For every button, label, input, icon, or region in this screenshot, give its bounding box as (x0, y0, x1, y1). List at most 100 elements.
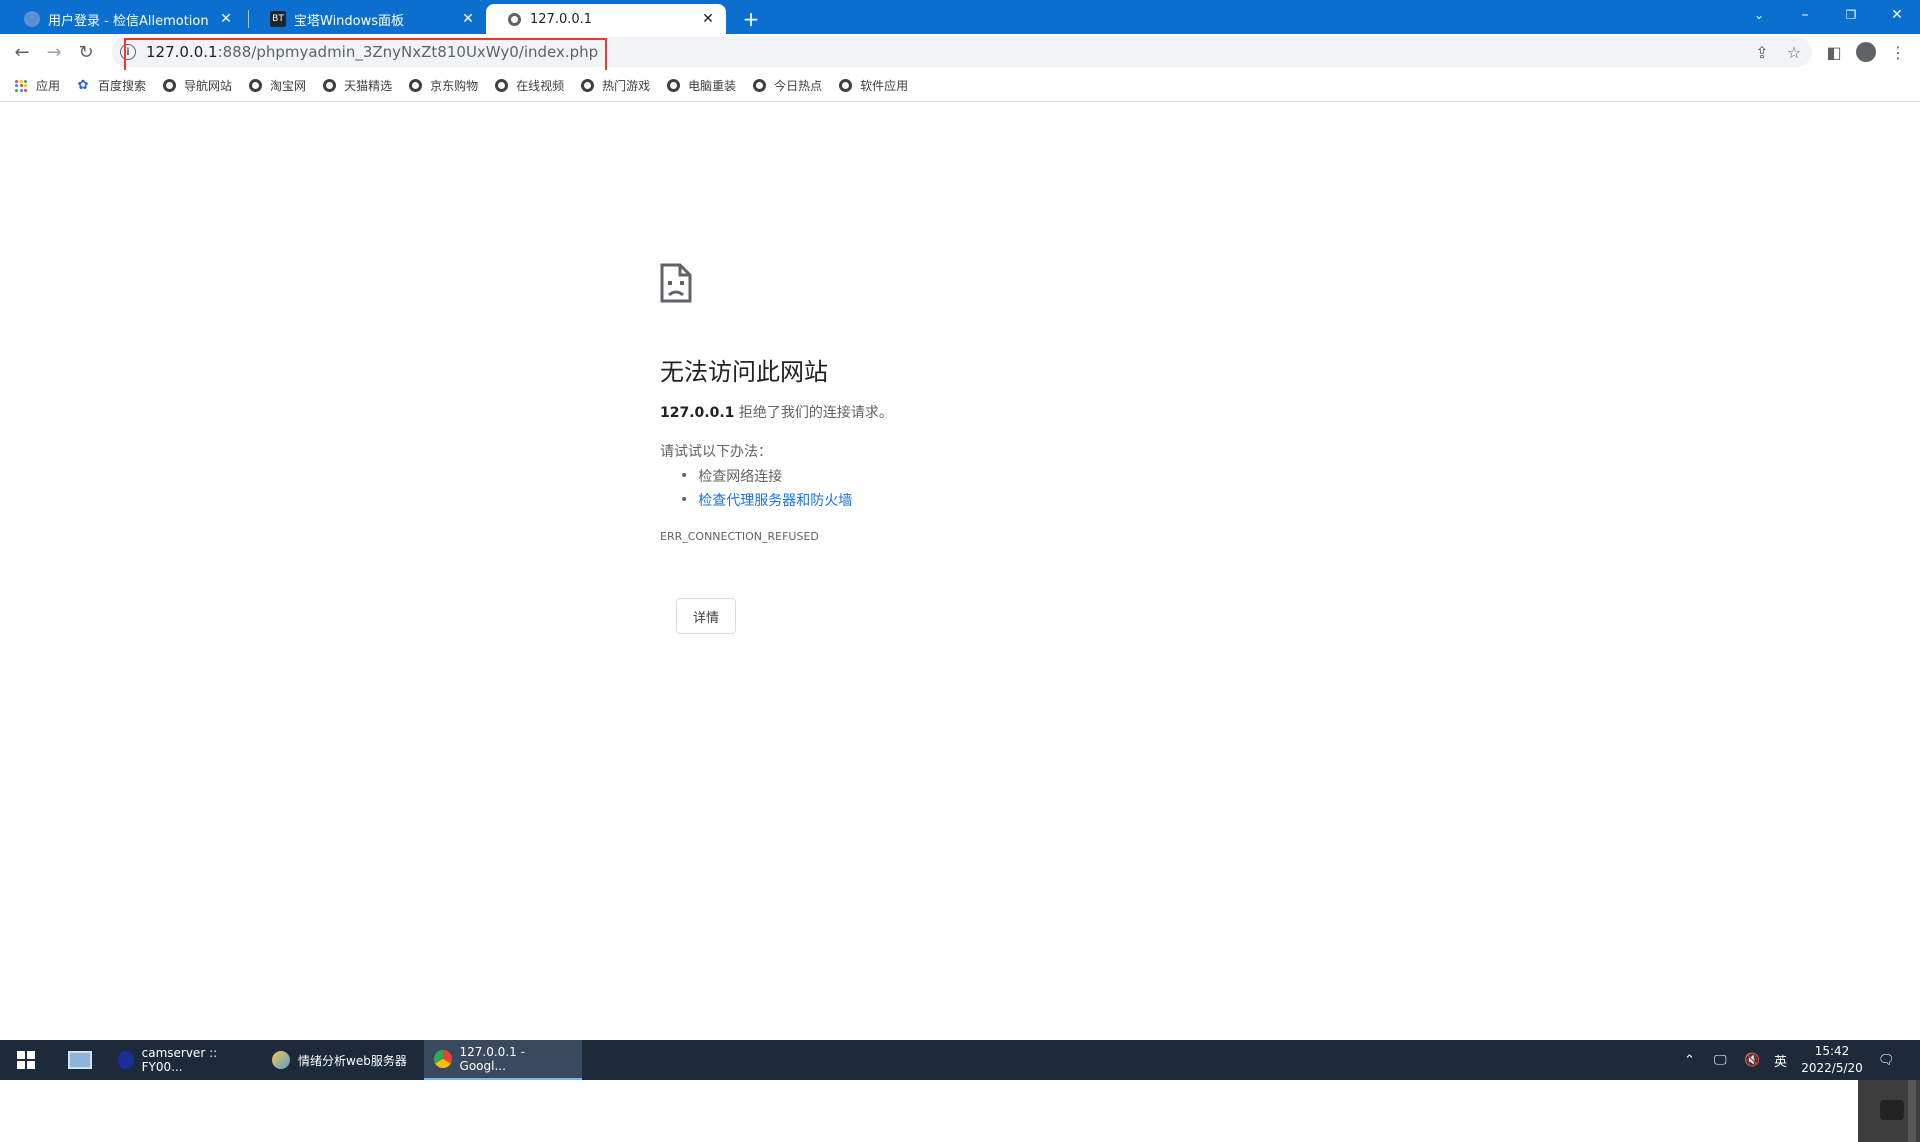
notification-center-icon[interactable]: 🗨 (1878, 1040, 1895, 1080)
tab-title: 127.0.0.1 (530, 11, 593, 27)
floating-widget[interactable] (1858, 1078, 1920, 1142)
back-button[interactable]: ← (8, 38, 36, 66)
bt-logo-icon: BT (270, 11, 286, 27)
taskbar-item-chrome[interactable]: 127.0.0.1 - Googl... (424, 1040, 582, 1080)
bookmark-item[interactable]: 淘宝网 (248, 77, 306, 94)
restore-button[interactable]: ❐ (1828, 0, 1874, 30)
bookmark-label: 导航网站 (184, 79, 233, 93)
forward-button[interactable]: → (40, 38, 68, 66)
database-icon (118, 1051, 134, 1069)
bookmark-item[interactable]: 电脑重装 (666, 77, 736, 94)
globe-icon (838, 79, 852, 93)
apps-grid-icon (14, 79, 28, 93)
error-desc-text: 拒绝了我们的连接请求。 (734, 405, 893, 421)
globe-icon (322, 79, 336, 93)
side-panel-icon[interactable]: ◧ (1820, 38, 1848, 66)
chrome-icon (434, 1050, 452, 1068)
bookmark-item[interactable]: 天猫精选 (322, 77, 392, 94)
page-content: 无法访问此网站 127.0.0.1 拒绝了我们的连接请求。 请试试以下办法： 检… (0, 102, 1920, 1142)
volume-muted-icon[interactable]: 🔇 (1744, 1040, 1760, 1080)
minimize-button[interactable]: – (1782, 0, 1828, 30)
error-host: 127.0.0.1 (660, 405, 735, 421)
bookmarks-bar: 应用 ✿ 百度搜索 导航网站 淘宝网 天猫精选 京东购物 在线视频 热门游戏 电… (0, 70, 1920, 102)
tab-title: 用户登录 - 检信Allemotion 多维 (48, 13, 212, 29)
computer-icon (68, 1051, 92, 1069)
globe-icon (162, 79, 176, 93)
browser-toolbar: ← → ↻ i 127.0.0.1:888/phpmyadmin_3ZnyNxZ… (0, 34, 1920, 70)
bookmark-label: 在线视频 (516, 79, 565, 93)
tab-user-login[interactable]: 用户登录 - 检信Allemotion 多维 ✕ (4, 4, 244, 34)
network-icon[interactable]: 🖵 (1714, 1040, 1727, 1080)
close-window-button[interactable]: ✕ (1874, 0, 1920, 30)
bookmark-item[interactable]: 软件应用 (838, 77, 908, 94)
windows-logo-icon (17, 1051, 35, 1069)
tray-overflow-icon[interactable]: ⌃ (1684, 1040, 1695, 1080)
globe-icon (24, 11, 40, 27)
profile-avatar-icon[interactable] (1852, 38, 1880, 66)
close-icon[interactable]: ✕ (460, 11, 476, 27)
suggestion-check-proxy-link[interactable]: 检查代理服务器和防火墙 (680, 488, 852, 512)
url-text: 127.0.0.1:888/phpmyadmin_3ZnyNxZt810UxWy… (146, 43, 598, 61)
tab-title: 宝塔Windows面板 (294, 13, 405, 29)
taskbar-label: 情绪分析web服务器 (298, 1053, 407, 1068)
globe-icon (408, 79, 422, 93)
clock-date: 2022/5/20 (1801, 1061, 1863, 1075)
error-code: ERR_CONNECTION_REFUSED (660, 530, 819, 543)
tab-separator (248, 10, 249, 28)
bookmark-item[interactable]: 热门游戏 (580, 77, 650, 94)
tab-strip: 用户登录 - 检信Allemotion 多维 ✕ BT 宝塔Windows面板 … (0, 0, 1920, 34)
clock[interactable]: 15:42 2022/5/20 (1800, 1043, 1864, 1077)
close-icon[interactable]: ✕ (700, 11, 716, 27)
bookmark-label: 京东购物 (430, 79, 479, 93)
url-host: 127.0.0.1 (146, 43, 218, 61)
bookmark-star-icon[interactable]: ☆ (1780, 38, 1808, 66)
share-icon[interactable]: ⇪ (1748, 38, 1776, 66)
taskbar-item-emotion-server[interactable]: 情绪分析web服务器 (262, 1040, 418, 1080)
globe-icon (580, 79, 594, 93)
globe-icon (752, 79, 766, 93)
taskbar-item-camserver[interactable]: camserver :: FY00... (108, 1040, 256, 1080)
suggestion-check-network: 检查网络连接 (680, 464, 852, 488)
bookmark-label: 今日热点 (774, 79, 823, 93)
windows-taskbar: camserver :: FY00... 情绪分析web服务器 127.0.0.… (0, 1040, 1920, 1080)
widget-handle[interactable] (1908, 1078, 1916, 1142)
ime-indicator[interactable]: 英 (1774, 1040, 1787, 1080)
tab-search-icon[interactable]: ⌄ (1736, 0, 1782, 30)
taskbar-label: 127.0.0.1 - Googl... (459, 1045, 525, 1073)
bookmark-item[interactable]: 今日热点 (752, 77, 822, 94)
reload-button[interactable]: ↻ (72, 38, 100, 66)
bookmark-apps[interactable]: 应用 (14, 77, 60, 94)
url-path: :888/phpmyadmin_3ZnyNxZt810UxWy0/index.p… (217, 43, 599, 61)
globe-icon (494, 79, 508, 93)
new-tab-button[interactable]: + (738, 6, 764, 32)
bookmark-item[interactable]: 在线视频 (494, 77, 564, 94)
taskbar-label: camserver :: FY00... (141, 1046, 218, 1074)
bookmark-baidu[interactable]: ✿ 百度搜索 (76, 77, 146, 94)
globe-icon (506, 11, 522, 27)
bookmark-label: 软件应用 (860, 79, 909, 93)
tab-localhost[interactable]: 127.0.0.1 ✕ (486, 4, 726, 34)
tab-bt-panel[interactable]: BT 宝塔Windows面板 ✕ (250, 4, 486, 34)
taskbar-computer-app[interactable] (58, 1040, 108, 1080)
details-button[interactable]: 详情 (676, 598, 736, 634)
globe-icon (666, 79, 680, 93)
start-button[interactable] (6, 1040, 46, 1080)
suggestion-list: 检查网络连接 检查代理服务器和防火墙 (680, 464, 852, 512)
bookmark-label: 天猫精选 (344, 79, 393, 93)
bookmark-item[interactable]: 导航网站 (162, 77, 232, 94)
baidu-paw-icon: ✿ (77, 78, 89, 93)
bookmark-label: 淘宝网 (270, 79, 307, 93)
error-description: 127.0.0.1 拒绝了我们的连接请求。 (660, 402, 893, 422)
close-icon[interactable]: ✕ (218, 11, 234, 27)
bookmark-item[interactable]: 京东购物 (408, 77, 478, 94)
try-label: 请试试以下办法： (660, 444, 772, 460)
sad-document-icon (660, 263, 692, 303)
bookmark-label: 百度搜索 (98, 79, 147, 93)
info-icon[interactable]: i (120, 44, 136, 60)
address-bar[interactable]: i 127.0.0.1:888/phpmyadmin_3ZnyNxZt810Ux… (112, 37, 1812, 67)
error-title: 无法访问此网站 (660, 358, 828, 386)
menu-kebab-icon[interactable]: ⋮ (1884, 38, 1912, 66)
bookmark-label: 应用 (36, 79, 61, 93)
bookmark-label: 电脑重装 (688, 79, 737, 93)
video-call-icon (1880, 1100, 1904, 1120)
